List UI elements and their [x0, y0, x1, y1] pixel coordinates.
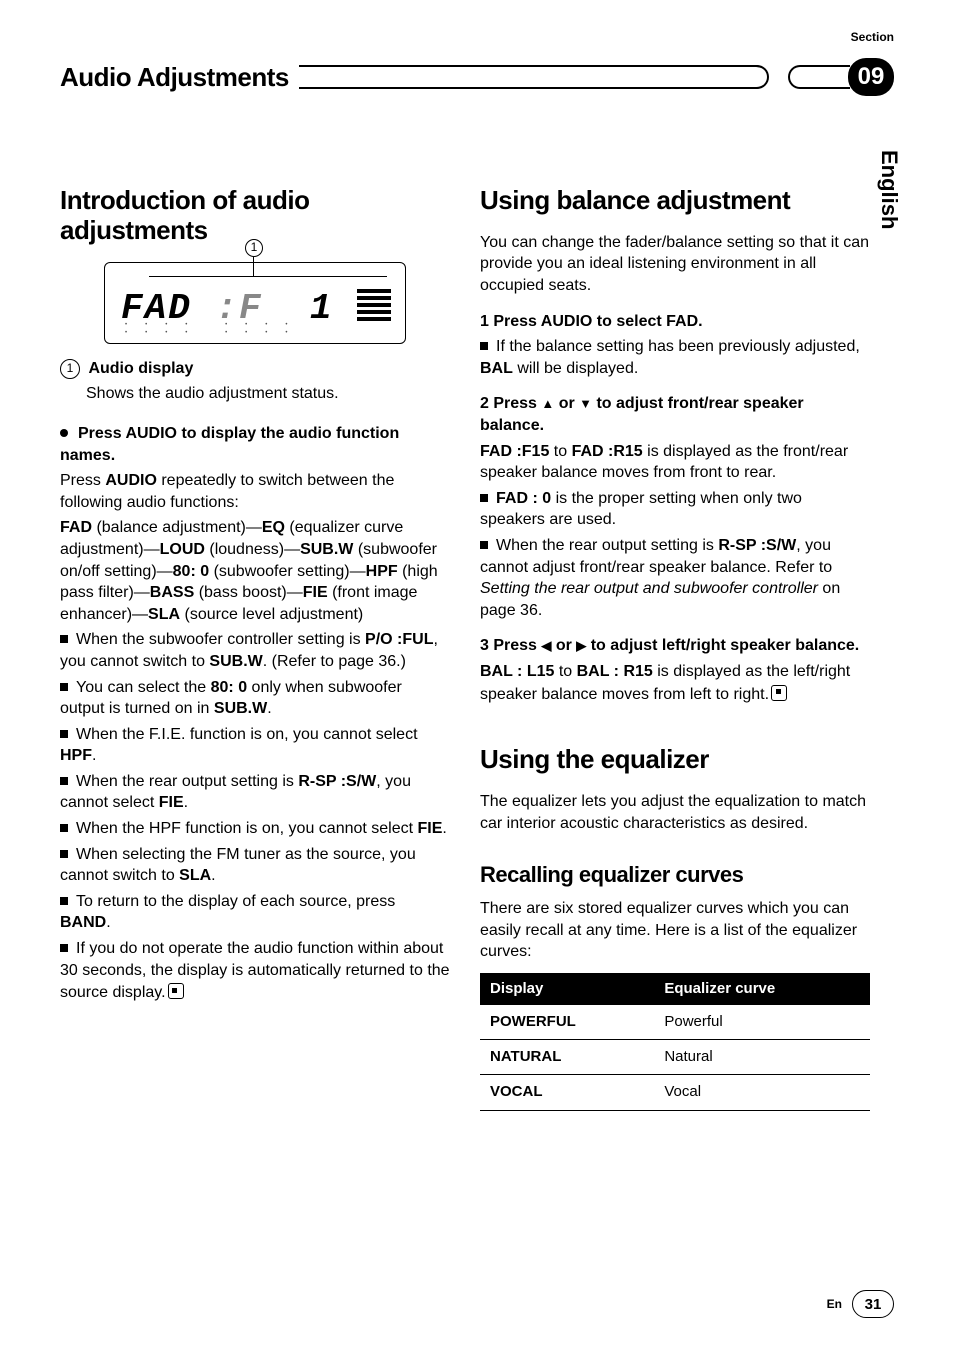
step-2: 2 Press ▲ or ▼ to adjust front/rear spea…	[480, 393, 870, 436]
bullet-square-icon	[480, 342, 488, 350]
equalizer-heading: Using the equalizer	[480, 745, 870, 775]
item-1-label: Audio display	[88, 360, 193, 377]
step-2-note-1: FAD : 0 is the proper setting when only …	[480, 488, 870, 531]
item-1-desc: Shows the audio adjustment status.	[86, 383, 450, 405]
right-column: Using balance adjustment You can change …	[480, 186, 870, 1111]
intro-heading: Introduction of audio adjustments	[60, 186, 450, 246]
note-7: To return to the display of each source,…	[60, 891, 450, 934]
header-rule-right	[788, 65, 850, 89]
footer-lang: En	[827, 1297, 842, 1311]
note-8: If you do not operate the audio function…	[60, 938, 450, 1004]
item-1: 1 Audio display	[60, 358, 450, 380]
step-2-note-2: When the rear output setting is R-SP :S/…	[480, 535, 870, 621]
audio-display-illustration: 1 FAD :F 1 •••• •••• •••• ••••	[104, 262, 406, 344]
note-5: When the HPF function is on, you cannot …	[60, 818, 450, 840]
bullet-dot-icon	[60, 429, 68, 437]
left-triangle-icon: ◀	[541, 638, 551, 653]
press-audio-text: Press AUDIO repeatedly to switch between…	[60, 470, 450, 513]
table-row: VOCALVocal	[480, 1075, 870, 1110]
header-row: Audio Adjustments 09	[60, 58, 894, 96]
function-chain: FAD (balance adjustment)—EQ (equalizer c…	[60, 517, 450, 625]
step-3: 3 Press ◀ or ▶ to adjust left/right spea…	[480, 635, 870, 657]
footer: En 31	[827, 1290, 894, 1318]
right-triangle-icon: ▶	[576, 638, 586, 653]
table-row: NATURALNatural	[480, 1040, 870, 1075]
step-2-range: FAD :F15 to FAD :R15 is displayed as the…	[480, 441, 870, 484]
bullet-square-icon	[60, 944, 68, 952]
step-1: 1 Press AUDIO to select FAD.	[480, 311, 870, 333]
up-triangle-icon: ▲	[541, 396, 554, 411]
bullet-square-icon	[60, 897, 68, 905]
equalizer-table: Display Equalizer curve POWERFULPowerful…	[480, 973, 870, 1111]
left-column: Introduction of audio adjustments 1 FAD …	[60, 186, 450, 1111]
step-3-range: BAL : L15 to BAL : R15 is displayed as t…	[480, 661, 870, 705]
note-6: When selecting the FM tuner as the sourc…	[60, 844, 450, 887]
bullet-square-icon	[60, 635, 68, 643]
end-mark-icon	[168, 983, 184, 999]
bullet-square-icon	[60, 850, 68, 858]
bullet-square-icon	[480, 494, 488, 502]
section-label: Section	[851, 30, 894, 44]
end-mark-icon	[771, 685, 787, 701]
callout-1-icon: 1	[245, 239, 263, 257]
lead-instruction: Press AUDIO to display the audio functio…	[60, 423, 450, 466]
page-number: 31	[852, 1290, 894, 1318]
step-1-note: If the balance setting has been previous…	[480, 336, 870, 379]
recalling-text: There are six stored equalizer curves wh…	[480, 898, 870, 963]
note-3: When the F.I.E. function is on, you cann…	[60, 724, 450, 767]
table-header-row: Display Equalizer curve	[480, 973, 870, 1005]
note-4: When the rear output setting is R-SP :S/…	[60, 771, 450, 814]
balance-intro: You can change the fader/balance setting…	[480, 232, 870, 297]
bullet-square-icon	[480, 541, 488, 549]
th-curve: Equalizer curve	[654, 973, 870, 1005]
balance-heading: Using balance adjustment	[480, 186, 870, 216]
circled-1-icon: 1	[60, 359, 80, 379]
note-1: When the subwoofer controller setting is…	[60, 629, 450, 672]
section-number-badge: 09	[848, 58, 894, 96]
note-2: You can select the 80: 0 only when subwo…	[60, 677, 450, 720]
header-title: Audio Adjustments	[60, 62, 289, 93]
header-rule-left	[299, 65, 768, 89]
th-display: Display	[480, 973, 654, 1005]
bullet-square-icon	[60, 824, 68, 832]
bullet-square-icon	[60, 777, 68, 785]
language-tab: English	[876, 150, 902, 229]
bullet-square-icon	[60, 683, 68, 691]
recalling-heading: Recalling equalizer curves	[480, 860, 870, 890]
table-row: POWERFULPowerful	[480, 1005, 870, 1040]
bullet-square-icon	[60, 730, 68, 738]
down-triangle-icon: ▼	[579, 396, 592, 411]
equalizer-intro: The equalizer lets you adjust the equali…	[480, 791, 870, 834]
